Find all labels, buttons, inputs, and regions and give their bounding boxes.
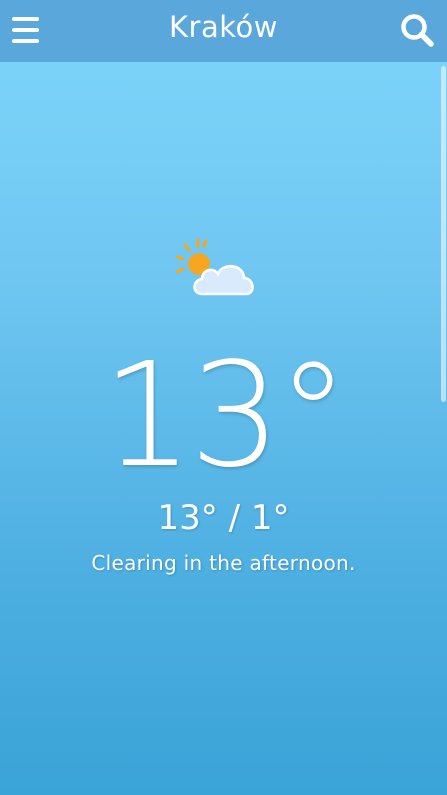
partly-sunny-cloud-icon [172,236,262,302]
search-icon [401,14,434,47]
current-temperature: 13° [101,331,349,499]
city-title: Kraków [169,10,278,44]
top-app-bar: Kraków [0,0,447,62]
search-button[interactable] [399,12,435,48]
weather-summary: Clearing in the afternoon. [91,551,356,575]
temperature-range: 13° / 1° [157,498,290,538]
